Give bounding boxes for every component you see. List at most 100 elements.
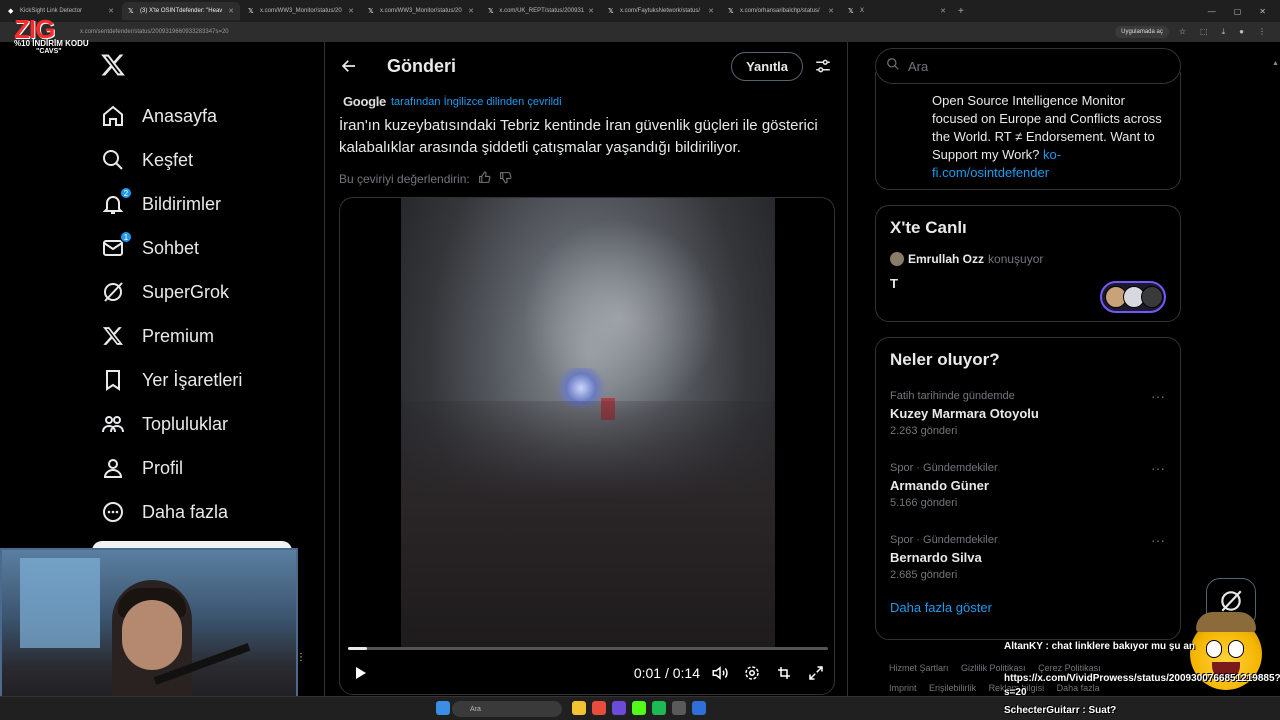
nav-label: Bildirimler <box>142 193 222 214</box>
new-tab-icon[interactable]: + <box>958 6 964 17</box>
url-text[interactable]: x.com/sentdefender/status/20093196609332… <box>80 29 1115 35</box>
nav-item-premium[interactable]: Premium <box>96 314 316 358</box>
page-scrollbar[interactable]: ▲ <box>1272 60 1279 720</box>
chat-username: SchecterGuitarr <box>1004 705 1080 716</box>
trend-count: 5.166 gönderi <box>890 497 958 509</box>
nav-item-supergrok[interactable]: SuperGrok <box>96 270 316 314</box>
menu-icon[interactable]: ⋮ <box>1258 27 1266 37</box>
settings-gear-icon[interactable] <box>742 663 762 683</box>
thumbs-up-icon[interactable] <box>478 171 491 187</box>
play-icon[interactable] <box>350 663 370 683</box>
tab-close-icon[interactable]: ✕ <box>936 7 946 15</box>
minimize-icon[interactable]: — <box>1208 7 1216 16</box>
show-more-link[interactable]: Daha fazla göster <box>890 596 1166 615</box>
trend-item[interactable]: Spor · Gündemdekiler Bernardo Silva 2.68… <box>890 524 1166 596</box>
video-controls: 0:01 / 0:14 <box>340 658 834 688</box>
trend-count: 2.263 gönderi <box>890 425 958 437</box>
browser-tab[interactable]: 𝕏x.com/FaytuksNetwork/status/✕ <box>602 2 720 20</box>
nav-label: SuperGrok <box>142 281 230 302</box>
video-frame[interactable] <box>401 198 775 648</box>
picture-in-picture-icon[interactable] <box>774 663 794 683</box>
thumbs-down-icon[interactable] <box>499 171 512 187</box>
nav-item-bookmarks[interactable]: Yer İşaretleri <box>96 358 316 402</box>
live-participants[interactable] <box>1100 281 1166 313</box>
post-column: Gönderi Yanıtla Google tarafından İngili… <box>324 42 848 720</box>
browser-tab[interactable]: 𝕏x.com/orhansaribalchp/status/ ✕ <box>722 2 840 20</box>
scroll-up-icon[interactable]: ▲ <box>1272 60 1279 67</box>
address-bar[interactable]: x.com/sentdefender/status/20093196609332… <box>0 22 1280 42</box>
video-crowd <box>401 400 775 648</box>
tab-close-icon[interactable]: ✕ <box>704 7 714 15</box>
extensions-icon[interactable]: ⬚ <box>1200 27 1208 37</box>
browser-tab[interactable]: 𝕏 X ✕ <box>842 2 952 20</box>
sliders-icon[interactable] <box>813 56 833 76</box>
tab-close-icon[interactable]: ✕ <box>224 7 234 15</box>
chat-text: https://x.com/VividProwess/status/200930… <box>1004 673 1280 684</box>
browser-tab[interactable]: 𝕏x.com/UK_REPT/status/200931 ✕ <box>482 2 600 20</box>
footer-link[interactable]: Daha fazla <box>1057 683 1100 693</box>
nav-item-home[interactable]: Anasayfa <box>96 94 316 138</box>
taskbar-search-label: Ara <box>470 705 481 713</box>
avatar <box>890 252 904 266</box>
download-icon[interactable]: ⤓ <box>1222 27 1226 37</box>
nav-item-profile[interactable]: Profil <box>96 446 316 490</box>
taskbar-search[interactable]: Ara <box>452 701 562 717</box>
footer-link[interactable]: Hizmet Şartları <box>889 663 949 673</box>
obs-icon[interactable] <box>672 701 686 715</box>
streamer-sponsor-logo: ZIG %10 İNDİRİM KODU "CAVS" <box>14 14 104 58</box>
trend-item[interactable]: Spor · Gündemdekiler Armando Güner 5.166… <box>890 452 1166 524</box>
tab-title: (3) X'te OSINTdefender: "Heav <box>140 8 223 14</box>
browser-tab-active[interactable]: 𝕏 (3) X'te OSINTdefender: "Heav ✕ <box>122 2 240 20</box>
nav-label: Daha fazla <box>142 501 229 522</box>
more-horizontal-icon[interactable]: ··· <box>1150 460 1166 476</box>
steam-icon[interactable] <box>692 701 706 715</box>
video-player[interactable]: 0:01 / 0:14 <box>339 197 835 695</box>
footer-link[interactable]: Çerez Politikası <box>1038 663 1101 673</box>
fullscreen-icon[interactable] <box>806 663 826 683</box>
trend-item[interactable]: Fatih tarihinde gündemde Kuzey Marmara O… <box>890 380 1166 452</box>
tab-close-icon[interactable]: ✕ <box>824 7 834 15</box>
tab-close-icon[interactable]: ✕ <box>344 7 354 15</box>
more-dots-icon[interactable]: ⋮ <box>296 652 306 663</box>
windows-start-icon[interactable] <box>436 701 450 715</box>
footer-link[interactable]: Erişilebilirlik <box>929 683 976 693</box>
nav-item-communities[interactable]: Topluluklar <box>96 402 316 446</box>
profile-icon[interactable]: ● <box>1239 27 1244 37</box>
open-in-app-button[interactable]: Uygulamada aç <box>1115 26 1169 38</box>
chrome-icon[interactable] <box>592 701 606 715</box>
tab-close-icon[interactable]: ✕ <box>584 7 594 15</box>
tab-title: x.com/WW3_Monitor/status/20 <box>260 8 342 14</box>
nav-item-explore[interactable]: Keşfet <box>96 138 316 182</box>
browser-tab[interactable]: 𝕏x.com/WW3_Monitor/status/20 ✕ <box>242 2 360 20</box>
footer-link[interactable]: Gizlilik Politikası <box>961 663 1026 673</box>
chat-message: https://x.com/VividProwess/status/200930… <box>1004 673 1280 684</box>
trend-meta: Spor · Gündemdekiler <box>890 462 998 474</box>
translation-note-link[interactable]: tarafından İngilizce dilinden çevrildi <box>391 96 562 108</box>
kick-icon[interactable] <box>632 701 646 715</box>
video-time: 0:01 / 0:14 <box>633 665 700 681</box>
tab-close-icon[interactable]: ✕ <box>464 7 474 15</box>
trend-name: Armando Güner <box>890 478 989 493</box>
reply-button[interactable]: Yanıtla <box>731 51 803 81</box>
star-icon[interactable]: ☆ <box>1179 27 1186 37</box>
profile-bio-card: Open Source Intelligence Monitor focused… <box>875 72 1181 190</box>
maximize-icon[interactable]: ▢ <box>1234 7 1242 16</box>
volume-icon[interactable] <box>710 663 730 683</box>
nav-item-messages[interactable]: 1 Sohbet <box>96 226 316 270</box>
video-progress-bar[interactable] <box>348 647 828 650</box>
window-close-icon[interactable]: ✕ <box>1259 7 1266 16</box>
more-horizontal-icon[interactable]: ··· <box>1150 532 1166 548</box>
live-host-row[interactable]: Emrullah Ozz konuşuyor <box>890 252 1166 266</box>
file-explorer-icon[interactable] <box>572 701 586 715</box>
more-horizontal-icon[interactable]: ··· <box>1150 388 1166 404</box>
nav-item-more[interactable]: Daha fazla <box>96 490 316 534</box>
tab-close-icon[interactable]: ✕ <box>104 7 114 15</box>
back-arrow-icon[interactable] <box>339 56 359 76</box>
browser-tab[interactable]: 𝕏x.com/WW3_Monitor/status/20 ✕ <box>362 2 480 20</box>
trend-name: Kuzey Marmara Otoyolu <box>890 406 1039 421</box>
discord-icon[interactable] <box>612 701 626 715</box>
spotify-icon[interactable] <box>652 701 666 715</box>
footer-link[interactable]: Imprint <box>889 683 917 693</box>
nav-item-notifications[interactable]: 2 Bildirimler <box>96 182 316 226</box>
post-header: Gönderi Yanıtla <box>325 42 847 90</box>
